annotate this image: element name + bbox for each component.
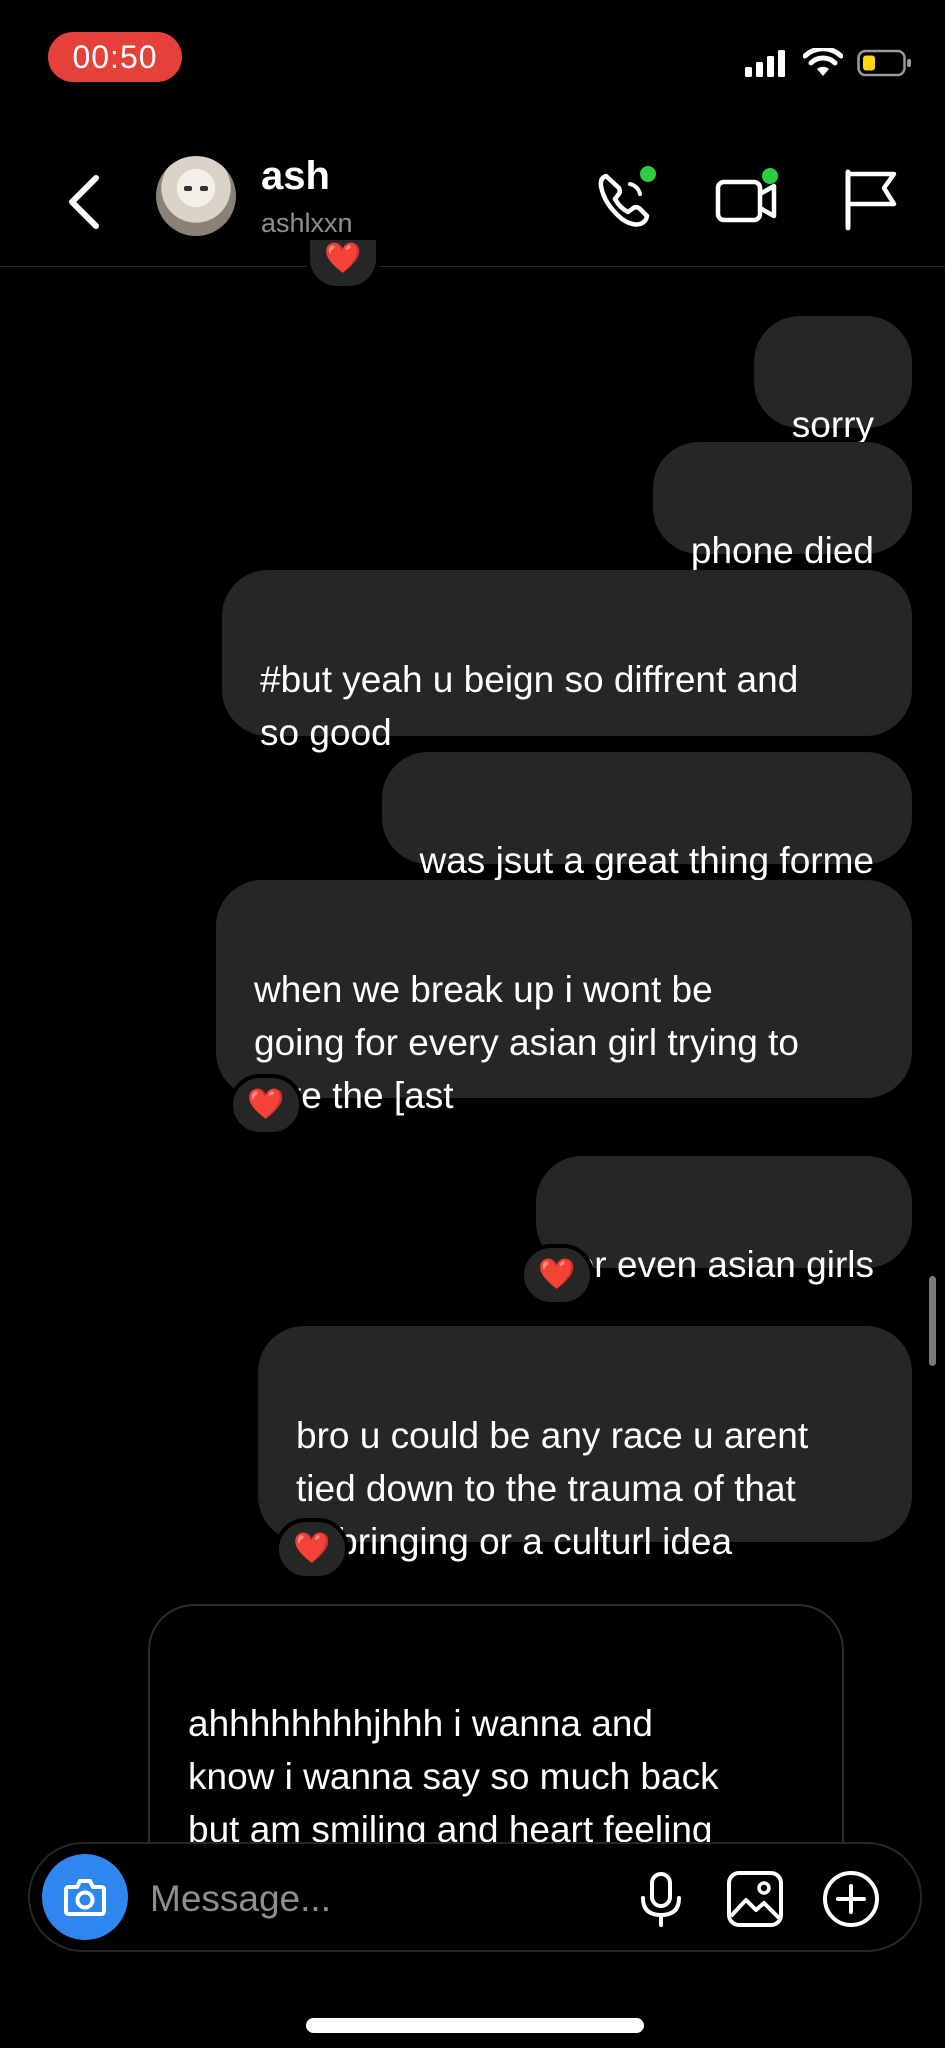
status-bar: 00:50 bbox=[0, 0, 945, 110]
reaction-heart[interactable]: ❤️ bbox=[306, 240, 380, 290]
flag-icon[interactable] bbox=[836, 164, 906, 234]
received-message-bubble[interactable]: ahhhhhhhhjhhh i wanna and know i wanna s… bbox=[148, 1604, 844, 1844]
reaction-heart[interactable]: ❤️ bbox=[275, 1518, 349, 1580]
message-text: #but yeah u beign so diffrent and so goo… bbox=[260, 659, 799, 753]
avatar[interactable] bbox=[156, 156, 236, 236]
message-bubble[interactable]: was jsut a great thing forme bbox=[381, 752, 912, 881]
message-text: or even asian girls bbox=[573, 1244, 874, 1285]
microphone-icon[interactable] bbox=[630, 1868, 692, 1930]
contact-handle: ashlxxn bbox=[261, 208, 353, 238]
chat-header: ash ashlxxn bbox=[0, 140, 945, 267]
message-text: when we break up i wont be going for eve… bbox=[254, 969, 799, 1116]
back-chevron-icon[interactable] bbox=[62, 172, 108, 232]
scroll-indicator[interactable] bbox=[929, 1276, 936, 1366]
video-icon[interactable] bbox=[712, 164, 782, 234]
reaction-heart[interactable]: ❤️ bbox=[520, 1244, 594, 1306]
message-bubble[interactable]: #but yeah u beign so diffrent and so goo… bbox=[222, 570, 912, 753]
camera-button[interactable] bbox=[42, 1854, 128, 1940]
message-bubble[interactable]: bro u could be any race u arent tied dow… bbox=[258, 1326, 912, 1562]
contact-name[interactable]: ash bbox=[261, 154, 330, 199]
status-time: 00:50 bbox=[48, 32, 182, 82]
status-icons bbox=[745, 48, 913, 78]
gallery-icon[interactable] bbox=[724, 1868, 786, 1930]
message-text: bro u could be any race u arent tied dow… bbox=[296, 1415, 809, 1562]
message-composer bbox=[28, 1842, 922, 1952]
message-input[interactable] bbox=[148, 1868, 632, 1930]
message-bubble[interactable]: phone died bbox=[652, 442, 912, 571]
phone-icon[interactable] bbox=[592, 164, 662, 234]
signal-icon bbox=[745, 50, 785, 77]
camera-icon bbox=[64, 1879, 106, 1916]
wifi-icon bbox=[803, 48, 843, 76]
battery-icon bbox=[857, 49, 911, 77]
message-bubble[interactable]: or even asian girls bbox=[535, 1156, 912, 1285]
message-bubble[interactable]: when we break up i wont be going for eve… bbox=[216, 880, 912, 1116]
reaction-heart[interactable]: ❤️ bbox=[229, 1074, 303, 1136]
message-text: ahhhhhhhhjhhh i wanna and know i wanna s… bbox=[188, 1703, 719, 1844]
home-indicator[interactable] bbox=[306, 2018, 644, 2033]
add-icon[interactable] bbox=[820, 1868, 882, 1930]
message-bubble[interactable]: sorry bbox=[753, 316, 912, 445]
